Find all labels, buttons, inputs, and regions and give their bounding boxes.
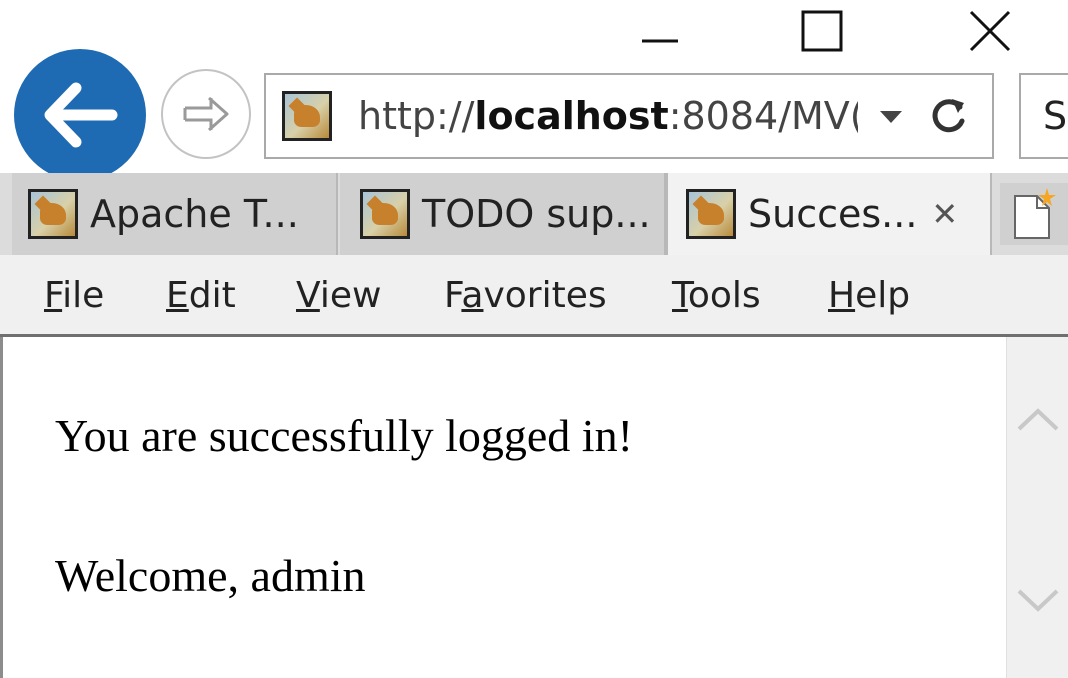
forward-button[interactable]: [161, 69, 251, 159]
new-tab-icon: [1014, 188, 1056, 239]
menu-tools-accel: T: [672, 275, 688, 316]
menu-help[interactable]: Help: [828, 255, 910, 334]
vertical-scrollbar[interactable]: [1006, 337, 1068, 678]
url-prefix: http://: [358, 94, 475, 138]
scroll-up-button[interactable]: [1015, 405, 1061, 439]
page-content: You are successfully logged in! Welcome,…: [0, 337, 1006, 678]
dropdown-triangle-icon: [880, 111, 902, 123]
menu-file[interactable]: File: [44, 255, 104, 334]
menu-edit-rest: dit: [188, 275, 236, 316]
close-window-button[interactable]: [930, 0, 1050, 62]
scroll-down-chevron-icon: [1017, 589, 1059, 612]
maximize-button[interactable]: [762, 0, 882, 62]
welcome-message: Welcome, admin: [55, 550, 366, 601]
tab-label: TODO sup...: [422, 192, 651, 236]
minimize-button[interactable]: [600, 0, 720, 62]
new-tab-button[interactable]: [1000, 183, 1068, 245]
menu-file-rest: ile: [62, 275, 105, 316]
back-arrow-icon: [44, 82, 118, 148]
refresh-icon: [932, 99, 965, 133]
menu-view-rest: iew: [319, 275, 382, 316]
tab-label: Apache T...: [90, 192, 299, 236]
search-box[interactable]: S: [1019, 73, 1068, 159]
tab-todo[interactable]: TODO sup...: [340, 173, 666, 255]
menu-tools-rest: ools: [687, 275, 761, 316]
menu-edit[interactable]: Edit: [166, 255, 236, 334]
search-box-text: S: [1043, 94, 1068, 138]
menu-favorites-accel: a: [461, 275, 484, 316]
url-text[interactable]: http://localhost:8084/MV(: [358, 75, 858, 157]
tab-success[interactable]: Succes... ✕: [666, 173, 992, 255]
scroll-down-button[interactable]: [1015, 585, 1061, 619]
tomcat-favicon: [282, 91, 332, 141]
menu-view-accel: V: [296, 275, 320, 316]
tomcat-favicon: [28, 189, 78, 239]
back-button[interactable]: [14, 49, 146, 181]
address-dropdown-button[interactable]: [876, 101, 906, 135]
refresh-button[interactable]: [926, 93, 970, 143]
menu-favorites[interactable]: Favorites: [444, 255, 607, 334]
address-bar[interactable]: http://localhost:8084/MV(: [264, 73, 994, 159]
menu-file-accel: F: [44, 275, 63, 316]
tab-label: Succes...: [748, 192, 918, 236]
login-success-message: You are successfully logged in!: [55, 410, 633, 461]
close-icon: [969, 10, 1011, 52]
menu-favorites-pre: F: [444, 275, 462, 316]
menu-tools[interactable]: Tools: [672, 255, 761, 334]
menu-bar: File Edit View Favorites Tools Help: [0, 255, 1068, 337]
forward-arrow-icon: [183, 96, 229, 132]
tab-apache-tomcat[interactable]: Apache T...: [12, 173, 338, 255]
menu-favorites-rest: vorites: [483, 275, 607, 316]
tab-bar: Apache T... TODO sup... Succes... ✕: [0, 173, 1068, 255]
menu-view[interactable]: View: [296, 255, 381, 334]
url-host: localhost: [474, 94, 669, 138]
maximize-icon: [801, 10, 843, 52]
scroll-up-chevron-icon: [1017, 408, 1059, 431]
tomcat-favicon: [686, 189, 736, 239]
menu-help-accel: H: [828, 275, 856, 316]
menu-edit-accel: E: [166, 275, 189, 316]
url-suffix: :8084/MV(: [668, 94, 858, 138]
minimize-icon: [642, 39, 678, 43]
tomcat-favicon: [360, 189, 410, 239]
tab-close-icon[interactable]: ✕: [931, 195, 958, 233]
menu-help-rest: elp: [855, 275, 911, 316]
